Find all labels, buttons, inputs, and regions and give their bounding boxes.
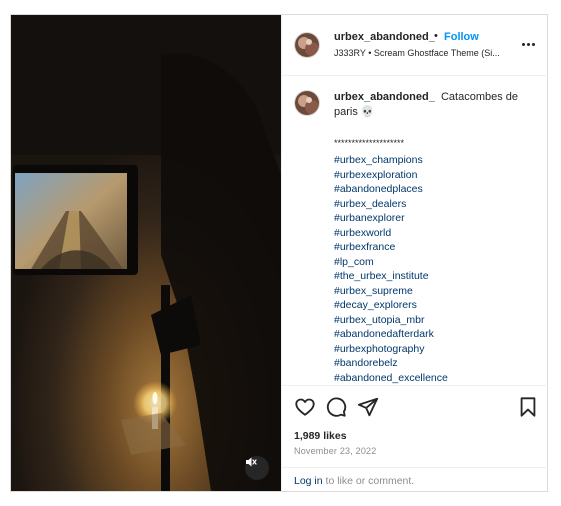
avatar-image [295, 33, 319, 57]
post-header: urbex_abandoned_ • Follow J333RY • Screa… [282, 15, 548, 76]
hashtag-link[interactable]: #urbex_champions [334, 153, 448, 168]
muted-speaker-icon [246, 457, 257, 467]
heart-icon[interactable] [294, 396, 316, 418]
hashtag-link[interactable]: #abandonedplaces [334, 182, 448, 197]
caption-text: urbex_abandoned_ Catacombes de paris 💀 [334, 90, 534, 120]
share-icon[interactable] [357, 396, 379, 418]
login-prompt-rest: to like or comment. [322, 475, 415, 487]
hashtag-link[interactable]: #bandorebelz [334, 356, 448, 371]
caption-username[interactable]: urbex_abandoned_ [334, 91, 435, 103]
action-bar [282, 385, 548, 432]
avatar-image [295, 91, 319, 115]
hashtag-link[interactable]: #urbexexploration [334, 168, 448, 183]
hashtag-list: #urbex_champions #urbexexploration #abando… [334, 153, 448, 384]
catacomb-video-frame [11, 15, 281, 491]
login-link[interactable]: Log in [294, 475, 323, 487]
post-card: urbex_abandoned_ • Follow J333RY • Screa… [10, 14, 548, 492]
hashtag-link[interactable]: #urbanexplorer [334, 211, 448, 226]
hashtag-link[interactable]: #urbex_utopia_mbr [334, 313, 448, 328]
post-video[interactable] [11, 15, 281, 491]
hashtag-link[interactable]: #the_urbex_institute [334, 269, 448, 284]
post-details-panel: urbex_abandoned_ • Follow J333RY • Screa… [281, 15, 548, 491]
post-username[interactable]: urbex_abandoned_ [334, 31, 435, 43]
mute-toggle-button[interactable] [245, 456, 269, 480]
hashtag-link[interactable]: #abandonedafterdark [334, 327, 448, 342]
hashtag-link[interactable]: #lp_com [334, 255, 448, 270]
hashtag-link[interactable]: #urbexphotography [334, 342, 448, 357]
caption-divider: ******************** [334, 138, 405, 148]
login-prompt: Log in to like or comment. [282, 467, 548, 492]
caption-area: urbex_abandoned_ Catacombes de paris 💀 *… [282, 76, 548, 384]
comment-icon[interactable] [325, 396, 347, 418]
separator-dot: • [434, 30, 438, 42]
more-options-icon[interactable] [520, 37, 536, 51]
post-date[interactable]: November 23, 2022 [294, 446, 376, 456]
caption-avatar[interactable] [294, 90, 320, 116]
hashtag-link[interactable]: #decay_explorers [334, 298, 448, 313]
hashtag-link[interactable]: #urbexworld [334, 226, 448, 241]
login-prompt-text: Log in to like or comment. [294, 475, 414, 487]
hashtag-link[interactable]: #urbexfrance [334, 240, 448, 255]
hashtag-link[interactable]: #urbex_dealers [334, 197, 448, 212]
hashtag-link[interactable]: #abandoned_excellence [334, 371, 448, 385]
bookmark-icon[interactable] [517, 396, 539, 418]
follow-button[interactable]: Follow [444, 31, 479, 43]
hashtag-link[interactable]: #urbex_supreme [334, 284, 448, 299]
audio-track-link[interactable]: J333RY • Scream Ghostface Theme (Si... [334, 48, 506, 58]
avatar[interactable] [294, 32, 320, 58]
like-count[interactable]: 1,989 likes [294, 430, 347, 442]
